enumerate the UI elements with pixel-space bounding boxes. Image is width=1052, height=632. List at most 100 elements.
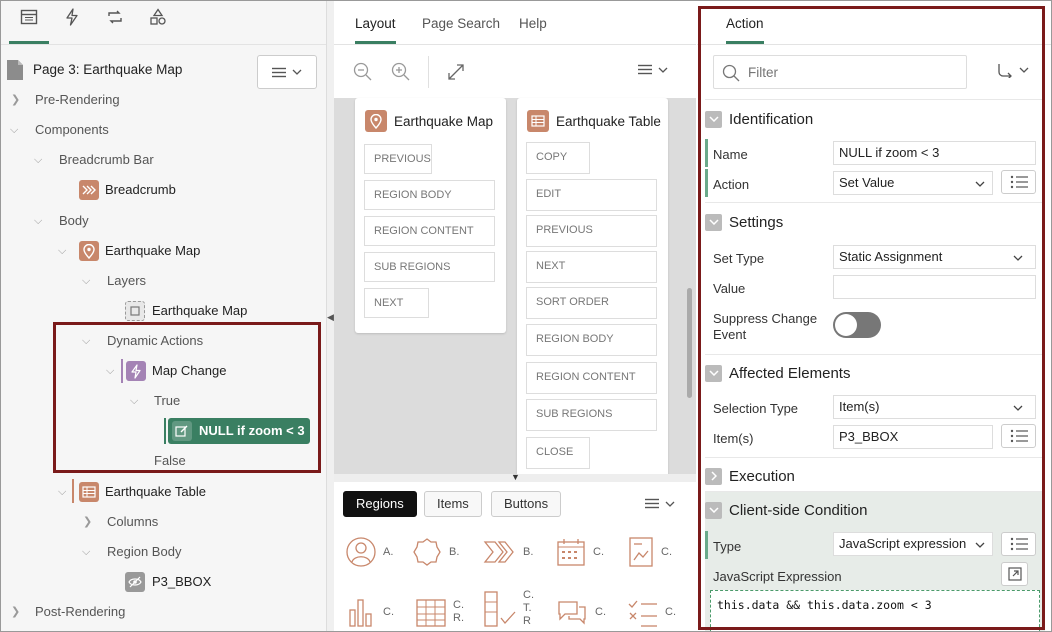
gallery-menu-button[interactable]: [645, 498, 675, 509]
chevron-right-icon[interactable]: ❯: [11, 601, 20, 623]
gallery-region-avatar[interactable]: A.: [345, 536, 393, 568]
tree-node-breadcrumb[interactable]: Breadcrumb: [105, 179, 176, 201]
slot-region-content[interactable]: REGION CONTENT: [364, 216, 495, 246]
menu-icon: [638, 64, 652, 75]
gallery-region-chart[interactable]: C.: [345, 596, 394, 628]
toolbar-divider: [428, 56, 429, 88]
expand-icon[interactable]: [447, 63, 465, 81]
rendering-tree-icon: [20, 8, 38, 26]
tab-divider: [0, 44, 326, 45]
tab-rendering[interactable]: [9, 8, 49, 44]
gallery-tab-items[interactable]: Items: [424, 491, 482, 517]
tree-node-pre-rendering[interactable]: Pre-Rendering: [35, 89, 120, 111]
gallery-label-line1: C.: [523, 588, 534, 601]
tab-help[interactable]: Help: [519, 16, 547, 41]
region-card-earthquake-table[interactable]: Earthquake Table COPY EDIT PREVIOUS NEXT…: [517, 98, 668, 478]
slot-previous[interactable]: PREVIOUS: [364, 144, 432, 174]
slot-previous[interactable]: PREVIOUS: [526, 215, 657, 247]
tab-dynamic-actions[interactable]: [52, 8, 92, 44]
tree-node-earthquake-map-layer[interactable]: Earthquake Map: [152, 300, 247, 322]
bar-chart-icon: [345, 596, 377, 628]
slot-close[interactable]: CLOSE: [526, 437, 590, 469]
slot-next[interactable]: NEXT: [364, 288, 429, 318]
slot-sort-order[interactable]: SORT ORDER: [526, 287, 657, 319]
breadcrumb-icon: [483, 536, 517, 568]
slot-sub-regions[interactable]: SUB REGIONS: [526, 399, 657, 431]
tree-node-layers[interactable]: Layers: [107, 270, 146, 292]
chevron-right-icon[interactable]: ❯: [11, 89, 20, 111]
calendar-icon: [555, 536, 587, 568]
gallery-label: C. R.: [453, 599, 464, 625]
gallery-region-card[interactable]: C.: [627, 536, 672, 568]
collapse-down-icon: ▼: [511, 472, 520, 482]
canvas-scrollbar[interactable]: [687, 288, 692, 398]
lightning-icon: [63, 8, 81, 26]
avatar-icon: [345, 536, 377, 568]
page-icon: [6, 59, 24, 81]
table-region-icon: [79, 482, 99, 502]
breadcrumb-region-icon: [79, 180, 99, 200]
slot-copy[interactable]: COPY: [526, 142, 590, 174]
chevron-down-icon[interactable]: ⌵: [58, 481, 66, 503]
gallery-tab-buttons[interactable]: Buttons: [491, 491, 562, 517]
slot-next[interactable]: NEXT: [526, 251, 657, 283]
tree-node-earthquake-map[interactable]: Earthquake Map: [105, 240, 200, 262]
slot-sub-regions[interactable]: SUB REGIONS: [364, 252, 495, 282]
gallery-label: B.: [449, 546, 460, 558]
tree-node-columns[interactable]: Columns: [107, 511, 158, 533]
slot-region-body[interactable]: REGION BODY: [526, 324, 657, 356]
chevron-down-icon[interactable]: ⌵: [58, 240, 66, 262]
layout-menu-button[interactable]: [638, 64, 668, 75]
chevron-down-icon[interactable]: ⌵: [34, 210, 42, 232]
tab-page-search[interactable]: Page Search: [422, 16, 500, 41]
zoom-in-icon[interactable]: [391, 62, 411, 82]
gallery-label: C.: [593, 546, 604, 558]
gallery-region-comments[interactable]: C.: [555, 596, 606, 628]
gallery-label: C.: [665, 606, 676, 618]
bottom-splitter[interactable]: ▼: [334, 472, 696, 482]
gallery-label: C. T. R: [523, 589, 534, 628]
left-splitter[interactable]: ◀: [327, 0, 334, 632]
gallery-region-tree[interactable]: C. T. R: [483, 588, 534, 628]
slot-region-content[interactable]: REGION CONTENT: [526, 362, 657, 394]
map-layer-icon: [125, 301, 145, 321]
region-card-title: Earthquake Table: [556, 114, 661, 129]
tree-node-p3-bbox[interactable]: P3_BBOX: [152, 571, 211, 593]
gallery-label: C.: [595, 606, 606, 618]
card-icon: [627, 536, 655, 568]
tree-menu-button[interactable]: [257, 55, 317, 89]
gallery-region-checklist[interactable]: C.: [627, 596, 676, 628]
chevron-down-icon[interactable]: ⌵: [82, 541, 90, 563]
chevron-down-icon: [292, 69, 302, 75]
shared-components-icon: [149, 8, 167, 26]
tree-node-post-rendering[interactable]: Post-Rendering: [35, 601, 125, 623]
table-region-icon: [527, 110, 549, 132]
gallery-tab-regions[interactable]: Regions: [343, 491, 417, 517]
region-card-title: Earthquake Map: [394, 114, 494, 129]
gallery-region-breadcrumb[interactable]: B.: [483, 536, 533, 568]
tree-node-breadcrumb-bar[interactable]: Breadcrumb Bar: [59, 149, 154, 171]
slot-region-body[interactable]: REGION BODY: [364, 180, 495, 210]
grid-icon: [415, 596, 447, 628]
tree-node-body[interactable]: Body: [59, 210, 89, 232]
tab-layout[interactable]: Layout: [355, 16, 396, 44]
process-cycle-icon: [106, 8, 124, 26]
chevron-down-icon[interactable]: ⌵: [10, 119, 18, 141]
chevron-right-icon[interactable]: ❯: [83, 511, 92, 533]
gallery-region-badge[interactable]: B.: [411, 536, 459, 568]
rendering-tree-panel: Page 3: Earthquake Map ❯ Pre-Rendering ⌵…: [0, 0, 327, 632]
zoom-out-icon[interactable]: [353, 62, 373, 82]
tree-node-components[interactable]: Components: [35, 119, 109, 141]
slot-edit[interactable]: EDIT: [526, 179, 657, 211]
chevron-down-icon[interactable]: ⌵: [82, 270, 90, 292]
chevron-down-icon[interactable]: ⌵: [34, 149, 42, 171]
tab-processing[interactable]: [95, 8, 135, 44]
tab-shared-components[interactable]: [138, 8, 178, 44]
gallery-region-classic-report[interactable]: C. R.: [415, 596, 464, 628]
gallery-label: A.: [383, 546, 394, 558]
tree-node-earthquake-table[interactable]: Earthquake Table: [105, 481, 206, 503]
tree-node-region-body[interactable]: Region Body: [107, 541, 181, 563]
layout-panel: Layout Page Search Help Earthquake Map P…: [334, 0, 696, 632]
region-card-earthquake-map[interactable]: Earthquake Map PREVIOUS REGION BODY REGI…: [355, 98, 506, 333]
gallery-region-calendar[interactable]: C.: [555, 536, 604, 568]
